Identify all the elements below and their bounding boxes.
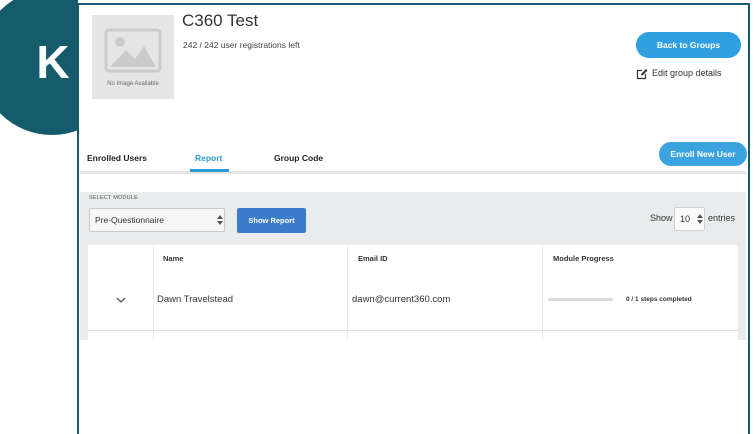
page-length-prefix: Show <box>650 213 673 223</box>
tab-group-code[interactable]: Group Code <box>274 153 323 164</box>
user-name-cell: Dawn Travelstead <box>157 294 234 305</box>
module-progress-label: 0 / 1 steps completed <box>626 296 692 303</box>
back-to-groups-button[interactable]: Back to Groups <box>636 32 741 58</box>
column-header-email[interactable]: Email ID <box>358 254 388 263</box>
report-table: Name Email ID Module Progress Dawn Trave… <box>88 245 738 340</box>
module-select[interactable]: Pre-Questionnaire <box>89 208 225 232</box>
page-length-suffix: entries <box>708 213 736 223</box>
edit-group-details-link[interactable]: Edit group details <box>636 67 722 80</box>
table-row: Dawn Travelstead dawn@current360.com 0 /… <box>88 275 738 331</box>
enroll-new-user-button[interactable]: Enroll New User <box>659 142 747 166</box>
tab-bar-divider <box>80 171 746 174</box>
column-header-name[interactable]: Name <box>163 254 183 263</box>
group-image-placeholder: No Image Available <box>92 15 174 99</box>
image-icon <box>104 28 162 73</box>
page: K No Image Available C360 Test 242 / 242… <box>0 0 754 434</box>
registrations-left-text: 242 / 242 user registrations left <box>183 40 300 50</box>
page-title: C360 Test <box>182 11 259 30</box>
chevron-down-icon[interactable] <box>116 297 126 304</box>
page-length-value: 10 <box>680 214 691 224</box>
module-select-value: Pre-Questionnaire <box>95 215 164 225</box>
user-email-cell: dawn@current360.com <box>352 294 451 305</box>
tab-report[interactable]: Report <box>189 153 230 172</box>
sort-arrows-icon <box>217 215 223 225</box>
badge-letter: K <box>36 36 70 88</box>
select-module-label: SELECT MODULE <box>89 195 138 201</box>
show-report-button[interactable]: Show Report <box>237 208 306 233</box>
tab-enrolled-users[interactable]: Enrolled Users <box>87 153 147 164</box>
edit-group-details-label: Edit group details <box>652 68 722 78</box>
page-length-select[interactable]: 10 <box>674 207 705 231</box>
edit-icon <box>636 68 648 79</box>
column-header-module-progress[interactable]: Module Progress <box>553 254 614 263</box>
module-progress-bar <box>548 298 613 301</box>
sort-arrows-icon <box>697 214 703 224</box>
no-image-text: No Image Available <box>107 81 159 87</box>
